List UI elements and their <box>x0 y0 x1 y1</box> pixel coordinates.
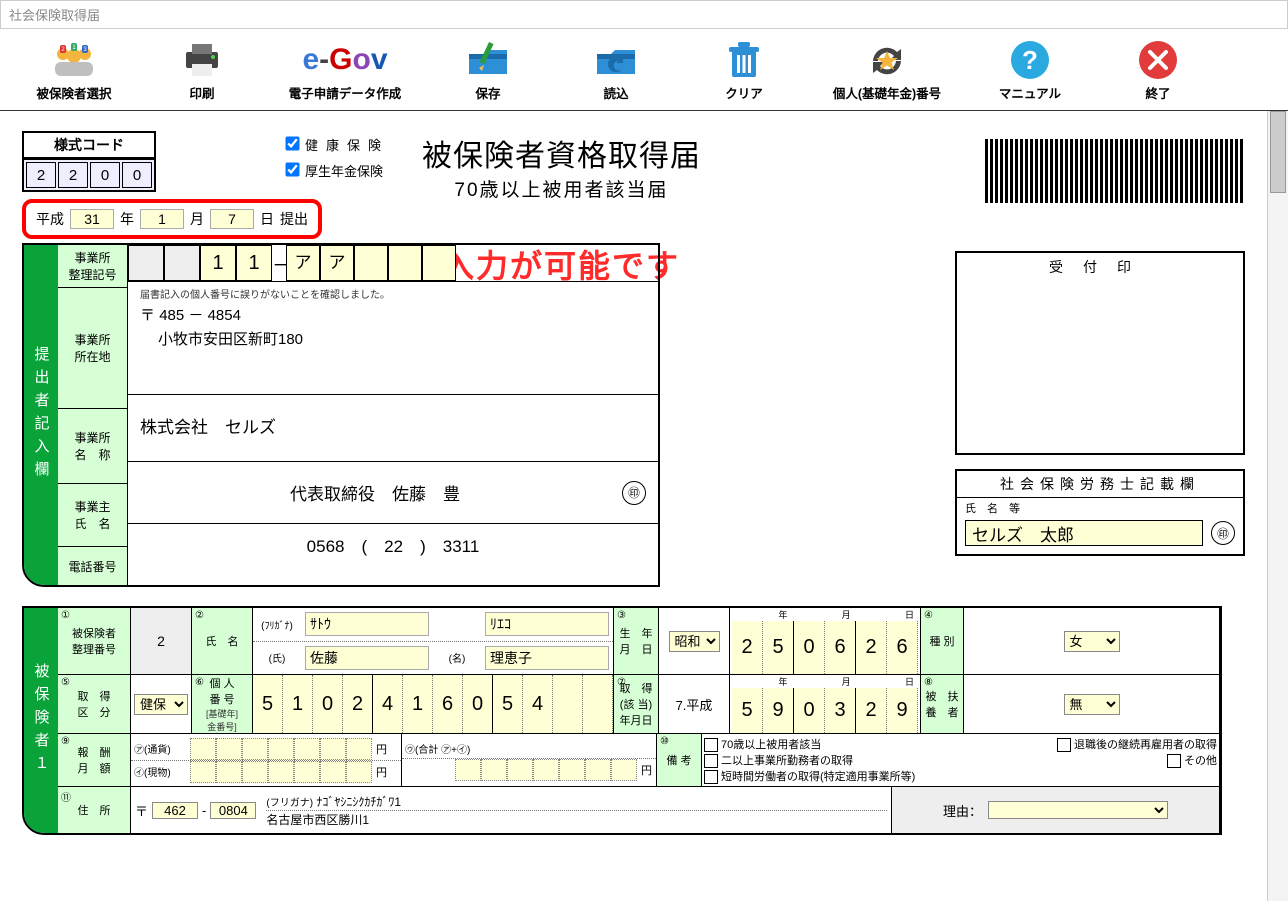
form-code-digit: 0 <box>122 162 152 188</box>
form-code-digit: 0 <box>90 162 120 188</box>
toolbar: 213 被保険者選択 印刷 e-Gov 電子申請データ作成 保存 読込 クリア … <box>0 29 1288 111</box>
acq-digits[interactable]: 59 03 29 <box>732 688 918 733</box>
form-code-label: 様式コード <box>22 131 156 158</box>
office-regno: 1 1 － <box>128 245 286 281</box>
clear-button[interactable]: クリア <box>684 37 804 102</box>
form-title-main: 被保険者資格取得届 <box>422 131 701 175</box>
sr-box: 社会保険労務士記載欄 氏 名 等 ㊞ <box>955 469 1245 556</box>
owner-name: 代表取締役 佐藤 豊 <box>140 480 610 505</box>
remark-cb-5[interactable] <box>1167 754 1181 768</box>
vertical-scrollbar[interactable] <box>1267 111 1288 901</box>
print-button[interactable]: 印刷 <box>142 37 262 102</box>
submitter-block: 提出者記入欄 事業所 整理記号 事業所 所在地 事業所 名 称 事業主 氏 名 … <box>22 243 660 587</box>
salary-total: ㋒(合計 ㋐+㋑) 円 <box>402 740 656 781</box>
kana-sei-input[interactable]: ｻﾄｳ <box>305 612 429 636</box>
insurance-checks: 健康保険 厚生年金保険 <box>282 133 389 185</box>
reason-select[interactable] <box>988 801 1168 819</box>
acq-era: 7.平成 <box>659 675 730 733</box>
save-button[interactable]: 保存 <box>428 37 548 102</box>
sr-label: 氏 名 等 <box>957 498 1243 518</box>
zip1-input[interactable]: 462 <box>152 802 198 819</box>
mynumber-digits[interactable]: 5102 4160 54 <box>253 675 613 733</box>
submit-date-box: 平成 31 年 1 月 7 日 提出 <box>22 199 322 239</box>
folder-reload-icon <box>593 37 639 83</box>
scroll-thumb[interactable] <box>1270 111 1286 193</box>
office-address: 届書記入の個人番号に誤りがないことを確認しました。 〒 485 － 4854 小… <box>128 282 658 395</box>
barcode <box>985 139 1245 203</box>
dob-era-select[interactable]: 昭和 <box>669 631 720 652</box>
kosei-checkbox[interactable] <box>285 162 299 176</box>
zip2-input[interactable]: 0804 <box>210 802 256 819</box>
salary-ab: ㋐(通貨)円 ㋑(現物)円 <box>131 738 401 783</box>
era-label: 平成 <box>36 209 64 229</box>
remark-cb-4[interactable] <box>1057 738 1071 752</box>
owner-name-row: 代表取締役 佐藤 豊 ㊞ <box>128 462 658 524</box>
printer-icon <box>180 37 224 83</box>
salary-b-input[interactable] <box>190 761 372 783</box>
day-input[interactable]: 7 <box>210 209 254 229</box>
form-code-digit: 2 <box>26 162 56 188</box>
trash-icon <box>724 37 764 83</box>
form-code-digit: 2 <box>58 162 88 188</box>
dependent-select[interactable]: 無 <box>1064 694 1120 715</box>
sr-name-input[interactable] <box>965 520 1203 546</box>
addr-text-input[interactable]: 名古屋市西区勝川1 <box>266 811 887 828</box>
insured-tab: 被保険者１ <box>24 608 58 833</box>
submitter-labels: 事業所 整理記号 事業所 所在地 事業所 名 称 事業主 氏 名 電話番号 <box>58 245 128 585</box>
insured-address: 〒 462 - 0804 (フリガナ) ﾅｺﾞﾔｼﾆｼｸｶﾁｶﾞﾜ1 名古屋市西… <box>131 791 891 830</box>
kenpo-checkbox[interactable] <box>285 136 299 150</box>
select-insured-button[interactable]: 213 被保険者選択 <box>14 37 134 102</box>
receipt-stamp-box: 受付印 <box>955 251 1245 455</box>
reason-row: 理由： <box>937 801 1174 820</box>
addr-kana-input[interactable]: ﾅｺﾞﾔｼﾆｼｸｶﾁｶﾞﾜ1 <box>316 795 401 809</box>
manual-button[interactable]: ? マニュアル <box>970 37 1090 102</box>
month-input[interactable]: 1 <box>140 209 184 229</box>
svg-text:?: ? <box>1022 45 1038 75</box>
star-refresh-icon <box>865 37 909 83</box>
remark-cb-2[interactable] <box>704 754 718 768</box>
submitter-tab: 提出者記入欄 <box>24 245 58 585</box>
office-name: 株式会社 セルズ <box>128 395 658 462</box>
salary-c-input[interactable] <box>455 759 637 781</box>
remarks: 70歳以上被用者該当退職後の継続再雇用者の取得 二以上事業所勤務者の取得その他 … <box>702 734 1219 786</box>
egov-logo-icon: e-Gov <box>302 37 387 83</box>
division-select[interactable]: 健保・厚年 <box>134 694 188 715</box>
dob-digits[interactable]: 25 06 26 <box>732 621 918 674</box>
remark-cb-3[interactable] <box>704 770 718 784</box>
year-input[interactable]: 31 <box>70 209 114 229</box>
form-title-sub: 70歳以上被用者該当届 <box>422 175 701 202</box>
name-cell: (ﾌﾘｶﾞﾅ)ｻﾄｳﾘｴｺ (氏)佐藤(名)理恵子 <box>253 608 613 674</box>
remark-cb-1[interactable] <box>704 738 718 752</box>
insured-block: 被保険者１ ①被保険者整理番号 2 ②氏 名 (ﾌﾘｶﾞﾅ)ｻﾄｳﾘｴｺ (氏)… <box>22 606 1222 835</box>
window-title: 社会保険取得届 <box>0 0 1288 29</box>
seal-mark-icon: ㊞ <box>1211 521 1235 545</box>
egov-button[interactable]: e-Gov 電子申請データ作成 <box>270 37 420 102</box>
kanji-sei-input[interactable]: 佐藤 <box>305 646 429 670</box>
seal-mark-icon: ㊞ <box>622 481 646 505</box>
form-code-box: 様式コード 2 2 0 0 <box>22 131 156 192</box>
form-title: 被保険者資格取得届 70歳以上被用者該当届 <box>422 131 701 202</box>
help-icon: ? <box>1009 37 1051 83</box>
people-icon: 213 <box>51 37 97 83</box>
office-tel: 0568 ( 22 ) 3311 <box>128 524 658 565</box>
kanji-mei-input[interactable]: 理恵子 <box>485 646 609 670</box>
seq-no: 2 <box>131 608 192 674</box>
close-icon <box>1137 37 1179 83</box>
salary-a-input[interactable] <box>190 738 372 760</box>
load-button[interactable]: 読込 <box>556 37 676 102</box>
kana-mei-input[interactable]: ﾘｴｺ <box>485 612 609 636</box>
submitter-fields: 1 1 － ア ア 届書記入の個人番号に誤りがないことを確認しました。 〒 48… <box>128 245 658 585</box>
pension-number-button[interactable]: 個人(基礎年金)番号 <box>812 37 962 102</box>
type-select[interactable]: 女 <box>1064 631 1120 652</box>
folder-pencil-icon <box>465 37 511 83</box>
office-regno-kana: ア ア <box>286 245 658 281</box>
sr-header: 社会保険労務士記載欄 <box>957 471 1243 498</box>
right-side: 受付印 社会保険労務士記載欄 氏 名 等 ㊞ <box>955 251 1245 556</box>
close-button[interactable]: 終了 <box>1098 37 1218 102</box>
